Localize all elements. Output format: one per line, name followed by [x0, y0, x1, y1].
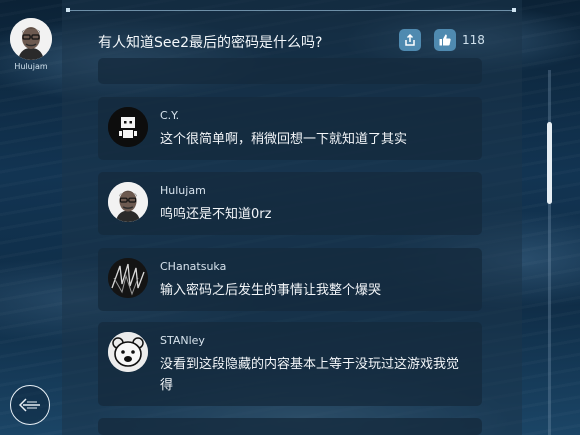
robot-avatar-icon — [108, 107, 148, 147]
comment-text: 没看到这段隐藏的内容基本上等于没玩过这游戏我觉得 — [160, 357, 460, 393]
comment-card[interactable]: C.Y. 这个很简单啊，稍微回想一下就知道了其实 — [98, 97, 482, 160]
comment-avatar — [108, 182, 148, 222]
comment-avatar — [108, 258, 148, 298]
comment-card[interactable]: STANley 没看到这段隐藏的内容基本上等于没玩过这游戏我觉得 — [98, 322, 482, 406]
header-user-name: Hulujam — [14, 62, 48, 71]
scrollbar-thumb[interactable] — [547, 122, 552, 204]
page-title: 有人知道See2最后的密码是什么吗? — [98, 35, 323, 51]
comment-card[interactable]: Hulujam 呜呜还是不知道0rz — [98, 172, 482, 235]
like-button[interactable] — [434, 29, 456, 51]
back-button[interactable] — [10, 385, 50, 425]
comment-text: 输入密码之后发生的事情让我整个爆哭 — [160, 283, 382, 298]
comment-text: 这个很简单啊，稍微回想一下就知道了其实 — [160, 132, 408, 147]
comment-card-partial — [98, 58, 482, 84]
share-button[interactable] — [399, 29, 421, 51]
comment-author: STANley — [160, 334, 205, 347]
comment-author: C.Y. — [160, 109, 180, 122]
back-arrow-icon — [19, 398, 40, 412]
comment-author: CHanatsuka — [160, 260, 227, 273]
man-glasses-avatar-icon — [10, 18, 52, 60]
comment-avatar — [108, 107, 148, 147]
bear-avatar-icon — [108, 332, 148, 372]
like-count: 118 — [462, 33, 485, 47]
comment-author: Hulujam — [160, 184, 206, 197]
man-glasses-avatar-icon — [108, 182, 148, 222]
top-divider — [66, 8, 516, 12]
header-avatar[interactable] — [10, 18, 52, 60]
share-icon — [405, 33, 415, 46]
thumbs-up-icon — [439, 34, 451, 46]
comment-card[interactable]: CHanatsuka 输入密码之后发生的事情让我整个爆哭 — [98, 248, 482, 311]
comment-avatar — [108, 332, 148, 372]
sketch-face-avatar-icon — [108, 258, 148, 298]
comment-card-partial — [98, 418, 482, 435]
comment-text: 呜呜还是不知道0rz — [160, 207, 272, 222]
